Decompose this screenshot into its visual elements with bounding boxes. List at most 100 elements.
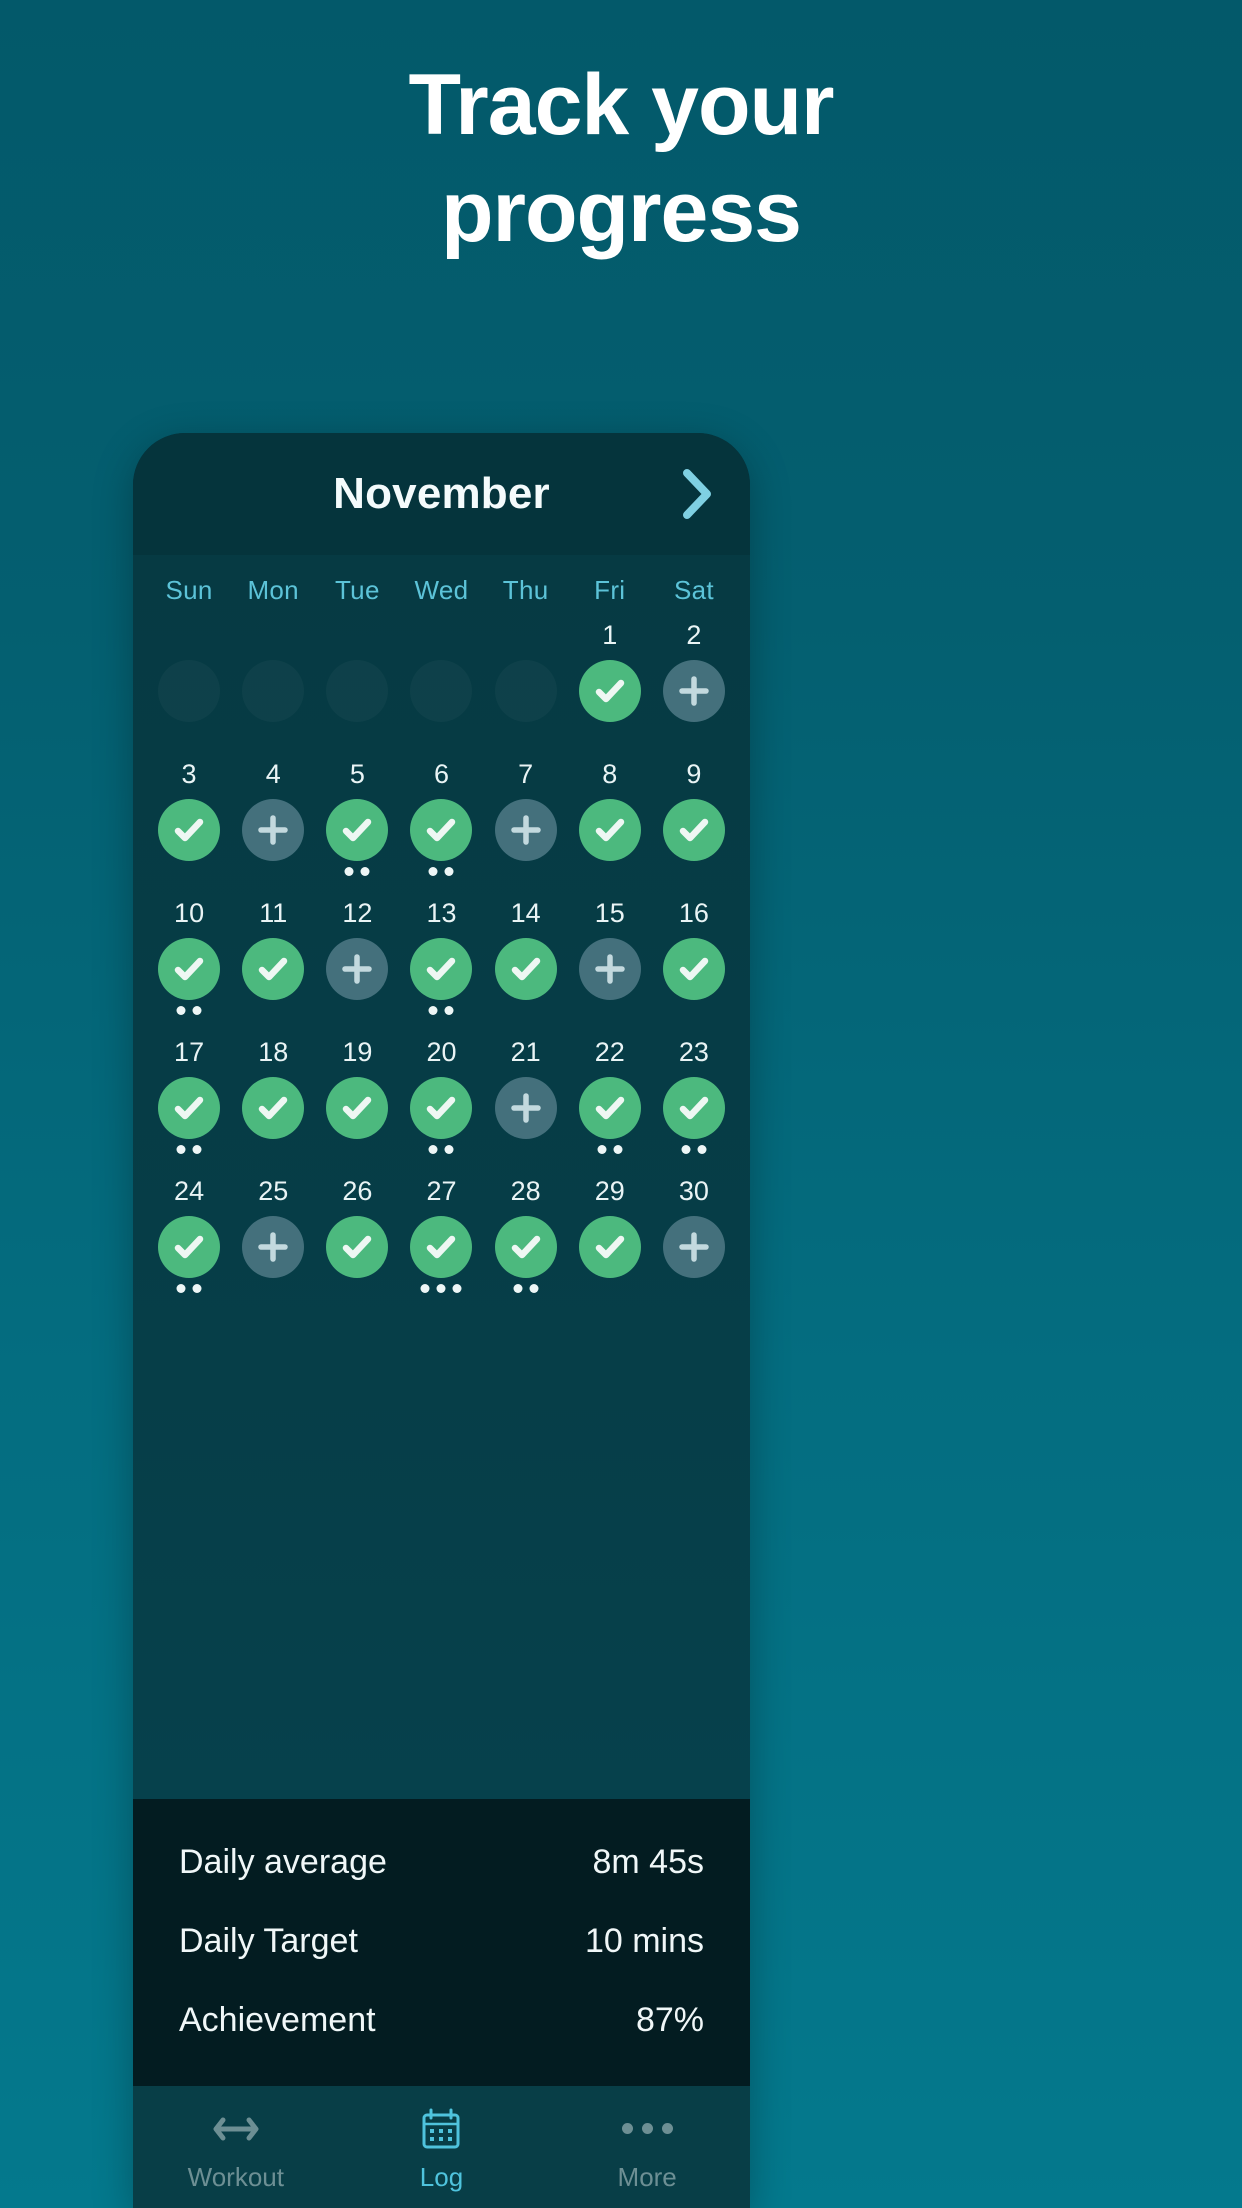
day-number: 14	[510, 897, 541, 928]
calendar-day-2[interactable]: 2	[652, 620, 736, 745]
calendar-day-29[interactable]: 29	[568, 1176, 652, 1301]
calendar-day-11[interactable]: 11	[231, 898, 315, 1023]
weekday-header-row: Sun Mon Tue Wed Thu Fri Sat	[147, 555, 736, 606]
calendar-day-13[interactable]: 13	[399, 898, 483, 1023]
day-completed-check-icon[interactable]	[242, 1077, 305, 1139]
day-add-plus-icon[interactable]	[242, 799, 305, 861]
calendar-day-1[interactable]: 1	[568, 620, 652, 745]
day-add-plus-icon[interactable]	[326, 938, 389, 1000]
next-month-button[interactable]	[670, 467, 724, 521]
stat-label: Daily average	[179, 1843, 387, 1881]
stat-value: 87%	[635, 2001, 704, 2039]
day-empty-placeholder	[242, 660, 304, 722]
day-completed-check-icon[interactable]	[578, 1077, 641, 1139]
calendar-day-26[interactable]: 26	[315, 1176, 399, 1301]
day-add-plus-icon[interactable]	[494, 1077, 557, 1139]
day-completed-check-icon[interactable]	[662, 799, 725, 861]
calendar-day-9[interactable]: 9	[652, 759, 736, 884]
day-add-plus-icon[interactable]	[494, 799, 557, 861]
day-completed-check-icon[interactable]	[494, 938, 557, 1000]
tab-more[interactable]: More	[544, 2108, 750, 2193]
calendar-day-24[interactable]: 24	[147, 1176, 231, 1301]
calendar-day-18[interactable]: 18	[231, 1037, 315, 1162]
day-add-plus-icon[interactable]	[578, 938, 641, 1000]
calendar-day-12[interactable]: 12	[315, 898, 399, 1023]
stat-row: Daily Target 10 mins	[179, 1902, 704, 1981]
calendar-day-23[interactable]: 23	[652, 1037, 736, 1162]
day-number: 11	[259, 897, 288, 928]
day-add-plus-icon[interactable]	[662, 660, 725, 722]
session-dots	[428, 867, 454, 876]
tab-log[interactable]: Log	[339, 2108, 545, 2193]
calendar-day-28[interactable]: 28	[484, 1176, 568, 1301]
day-number: 26	[342, 1175, 373, 1206]
calendar-day-16[interactable]: 16	[652, 898, 736, 1023]
day-completed-check-icon[interactable]	[578, 660, 641, 722]
session-dots	[176, 1284, 202, 1293]
session-dots	[428, 1006, 454, 1015]
day-number: 24	[174, 1175, 205, 1206]
day-number: 1	[602, 619, 618, 650]
calendar-day-21[interactable]: 21	[484, 1037, 568, 1162]
calendar-day-4[interactable]: 4	[231, 759, 315, 884]
day-number: 22	[594, 1036, 625, 1067]
calendar-icon	[420, 2108, 462, 2150]
day-number: 7	[518, 758, 534, 789]
session-dots	[344, 867, 370, 876]
calendar-day-empty	[399, 620, 483, 745]
stat-row: Achievement 87%	[179, 1981, 704, 2060]
day-number: 10	[174, 897, 205, 928]
calendar-day-7[interactable]: 7	[484, 759, 568, 884]
day-add-plus-icon[interactable]	[242, 1216, 305, 1278]
day-add-plus-icon[interactable]	[662, 1216, 725, 1278]
day-completed-check-icon[interactable]	[578, 1216, 641, 1278]
weekday-label-fri: Fri	[594, 575, 626, 605]
day-completed-check-icon[interactable]	[326, 799, 389, 861]
calendar-day-6[interactable]: 6	[399, 759, 483, 884]
calendar-day-empty	[315, 620, 399, 745]
calendar-day-3[interactable]: 3	[147, 759, 231, 884]
session-dots	[420, 1284, 462, 1293]
day-completed-check-icon[interactable]	[158, 938, 221, 1000]
calendar-day-10[interactable]: 10	[147, 898, 231, 1023]
day-completed-check-icon[interactable]	[158, 1077, 221, 1139]
day-number: 18	[258, 1036, 289, 1067]
day-completed-check-icon[interactable]	[410, 799, 473, 861]
calendar-day-19[interactable]: 19	[315, 1037, 399, 1162]
calendar-day-14[interactable]: 14	[484, 898, 568, 1023]
day-completed-check-icon[interactable]	[410, 1216, 473, 1278]
day-completed-check-icon[interactable]	[158, 799, 221, 861]
tab-label: Log	[419, 2161, 464, 2192]
day-completed-check-icon[interactable]	[242, 938, 305, 1000]
calendar-day-8[interactable]: 8	[568, 759, 652, 884]
day-completed-check-icon[interactable]	[578, 799, 641, 861]
day-completed-check-icon[interactable]	[158, 1216, 221, 1278]
day-completed-check-icon[interactable]	[662, 938, 725, 1000]
day-completed-check-icon[interactable]	[410, 938, 473, 1000]
day-number: 2	[686, 619, 702, 650]
weekday-label-wed: Wed	[414, 575, 469, 605]
calendar-day-27[interactable]: 27	[399, 1176, 483, 1301]
calendar-day-17[interactable]: 17	[147, 1037, 231, 1162]
calendar-day-5[interactable]: 5	[315, 759, 399, 884]
day-number: 13	[426, 897, 457, 928]
bottom-tab-bar: Workout Log More	[133, 2086, 750, 2208]
day-completed-check-icon[interactable]	[494, 1216, 557, 1278]
day-completed-check-icon[interactable]	[326, 1216, 389, 1278]
calendar-day-25[interactable]: 25	[231, 1176, 315, 1301]
day-completed-check-icon[interactable]	[326, 1077, 389, 1139]
weekday-label-tue: Tue	[334, 575, 380, 605]
session-dots	[513, 1284, 539, 1293]
day-completed-check-icon[interactable]	[410, 1077, 473, 1139]
calendar-day-20[interactable]: 20	[399, 1037, 483, 1162]
calendar-day-15[interactable]: 15	[568, 898, 652, 1023]
stat-label: Daily Target	[179, 1922, 358, 1960]
day-completed-check-icon[interactable]	[662, 1077, 725, 1139]
calendar-day-22[interactable]: 22	[568, 1037, 652, 1162]
session-dots	[176, 1145, 202, 1154]
calendar-day-30[interactable]: 30	[652, 1176, 736, 1301]
dumbbell-icon	[213, 2108, 259, 2150]
tab-workout[interactable]: Workout	[133, 2108, 339, 2193]
stat-row: Daily average 8m 45s	[179, 1823, 704, 1902]
calendar-week-row: 17 18 19 20 21 22 23	[147, 1037, 736, 1162]
